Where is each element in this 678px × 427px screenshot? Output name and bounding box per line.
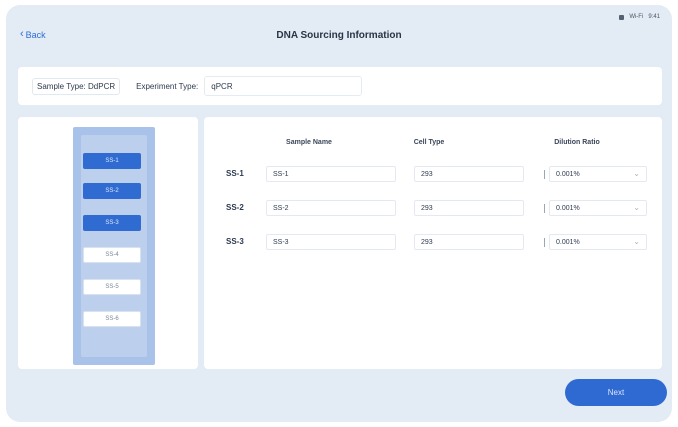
cell-type-value: 293: [421, 170, 433, 178]
rack-slot-3[interactable]: SS-3: [83, 215, 141, 231]
dilution-ratio-value: 0.001%: [556, 238, 580, 246]
sample-type-pill: Sample Type: DdPCR: [32, 77, 121, 95]
sample-name-input[interactable]: SS-3: [266, 234, 396, 250]
column-header-dilution-ratio: Dilution Ratio: [554, 139, 600, 146]
rack-slot-2[interactable]: SS-2: [83, 183, 141, 199]
chevron-down-icon: ⌄: [633, 203, 640, 212]
rack-slot-label: SS-5: [105, 284, 119, 290]
sample-name-value: SS-3: [273, 238, 289, 246]
rack-slot-6[interactable]: SS-6: [83, 311, 141, 327]
divider: [544, 170, 545, 179]
row-label: SS-1: [226, 169, 244, 178]
divider: [544, 204, 545, 213]
signal-icon: [619, 14, 625, 20]
sample-info-bar: Sample Type: DdPCR Experiment Type: qPCR: [18, 67, 662, 105]
rack-slot-label: SS-1: [105, 158, 119, 164]
experiment-type-label: Experiment Type:: [136, 81, 199, 91]
sample-rack: SS-1 SS-2 SS-3 SS-4 SS-5 SS-6: [73, 127, 155, 365]
cell-type-input[interactable]: 293: [414, 234, 524, 250]
dilution-ratio-select[interactable]: 0.001% ⌄: [544, 234, 647, 250]
dilution-ratio-value: 0.001%: [556, 204, 580, 212]
rack-slot-label: SS-2: [105, 188, 119, 194]
chevron-down-icon: ⌄: [633, 237, 640, 246]
column-header-cell-type: Cell Type: [413, 139, 445, 146]
divider: [544, 238, 545, 247]
clock: 9:41: [648, 14, 660, 20]
network-label: Wi-Fi: [629, 14, 644, 20]
experiment-type-field: Experiment Type: qPCR: [136, 76, 363, 96]
cell-type-input[interactable]: 293: [414, 166, 524, 182]
experiment-type-input[interactable]: qPCR: [204, 76, 363, 96]
sample-rack-panel: SS-1 SS-2 SS-3 SS-4 SS-5 SS-6: [18, 117, 198, 369]
rack-slot-4[interactable]: SS-4: [83, 247, 141, 263]
row-label: SS-3: [226, 237, 244, 246]
dilution-ratio-select[interactable]: 0.001% ⌄: [544, 166, 647, 182]
sample-name-input[interactable]: SS-2: [266, 200, 396, 216]
cell-type-input[interactable]: 293: [414, 200, 524, 216]
cell-type-value: 293: [421, 204, 433, 212]
sample-type-value: DdPCR: [88, 81, 116, 91]
dilution-ratio-value: 0.001%: [556, 170, 580, 178]
column-header-sample-name: Sample Name: [286, 139, 332, 146]
sample-table-panel: Sample Name Cell Type Dilution Ratio SS-…: [204, 117, 662, 369]
sample-name-value: SS-2: [273, 204, 289, 212]
rack-slot-label: SS-3: [105, 220, 119, 226]
sample-type-label: Sample Type:: [37, 81, 86, 91]
next-button[interactable]: Next: [565, 379, 667, 406]
sample-name-value: SS-1: [273, 170, 289, 178]
next-button-label: Next: [607, 388, 625, 397]
rack-slot-1[interactable]: SS-1: [83, 153, 141, 169]
rack-slot-label: SS-4: [105, 252, 119, 258]
status-bar: Wi-Fi 9:41: [619, 11, 660, 23]
rack-slot-label: SS-6: [105, 316, 119, 322]
dilution-ratio-select[interactable]: 0.001% ⌄: [544, 200, 647, 216]
chevron-down-icon: ⌄: [633, 169, 640, 178]
rack-slot-5[interactable]: SS-5: [83, 279, 141, 295]
page-title: DNA Sourcing Information: [276, 30, 402, 41]
cell-type-value: 293: [421, 238, 433, 246]
app-window: Wi-Fi 9:41 ‹ Back DNA Sourcing Informati…: [6, 5, 672, 422]
row-label: SS-2: [226, 203, 244, 212]
experiment-type-value: qPCR: [211, 81, 233, 91]
sample-name-input[interactable]: SS-1: [266, 166, 396, 182]
